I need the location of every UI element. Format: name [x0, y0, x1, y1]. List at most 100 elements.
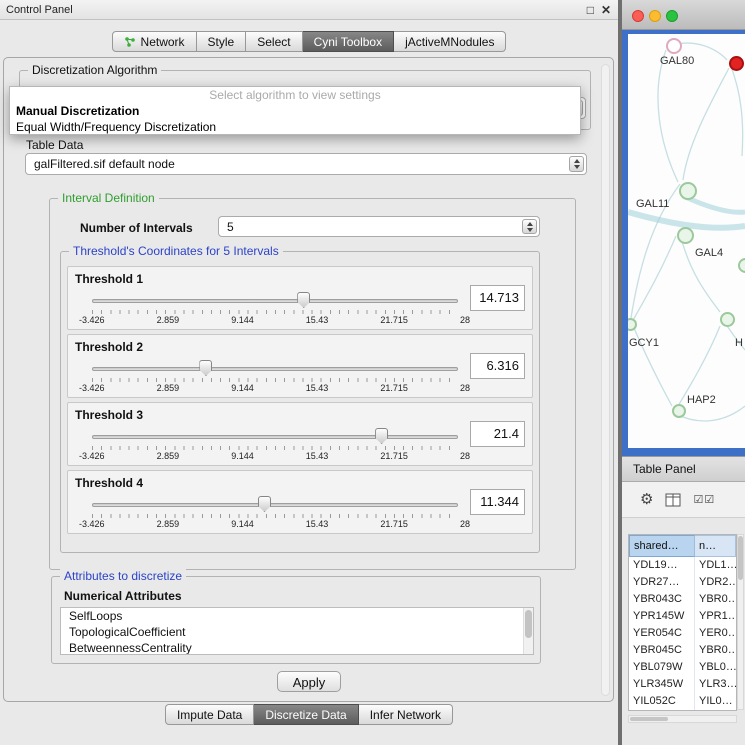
slider-thumb[interactable]: [258, 496, 271, 512]
scale-label: 9.144: [231, 315, 254, 325]
threshold-label: Threshold 3: [75, 408, 143, 422]
algorithm-dropdown-popup: Select algorithm to view settings Manual…: [9, 86, 581, 135]
network-node[interactable]: [672, 404, 686, 418]
panel-scrollbar[interactable]: [601, 64, 610, 696]
column-header[interactable]: n…: [695, 535, 736, 557]
tab-label: Infer Network: [370, 708, 441, 722]
scale-label: 2.859: [157, 383, 180, 393]
table-data-value: galFiltered.sif default node: [34, 154, 564, 174]
scale-label: 2.859: [157, 315, 180, 325]
tab-cyni-toolbox[interactable]: Cyni Toolbox: [303, 31, 394, 52]
table-row[interactable]: YBR045CYBR0…: [629, 642, 736, 659]
slider-track[interactable]: [92, 503, 458, 507]
network-node[interactable]: [666, 38, 682, 54]
table-row[interactable]: YPR145WYPR1…: [629, 608, 736, 625]
gear-icon[interactable]: ⚙: [640, 492, 653, 507]
scale-label: -3.426: [79, 315, 105, 325]
network-icon: [124, 36, 136, 48]
tab-style[interactable]: Style: [197, 31, 247, 52]
tab-select[interactable]: Select: [246, 31, 302, 52]
table-row[interactable]: YDL19…YDL1…: [629, 557, 736, 574]
table-data-select[interactable]: galFiltered.sif default node: [25, 153, 587, 175]
network-view-frame: GAL80 GAL11 GAL4 GCY1 HAP2 H: [622, 30, 745, 456]
network-node[interactable]: [677, 227, 694, 244]
tab-network[interactable]: Network: [112, 31, 197, 52]
table-row[interactable]: YIL052CYIL0…: [629, 693, 736, 710]
network-node-selected[interactable]: [729, 56, 744, 71]
scale-label: 15.43: [306, 383, 329, 393]
numerical-attributes-label: Numerical Attributes: [64, 589, 182, 603]
tab-label: Select: [257, 35, 290, 49]
scale-label: 2.859: [157, 519, 180, 529]
tab-impute-data[interactable]: Impute Data: [165, 704, 254, 725]
table-row[interactable]: YDR27…YDR2…: [629, 574, 736, 591]
table-vertical-scrollbar[interactable]: [737, 534, 744, 710]
list-item[interactable]: TopologicalCoefficient: [61, 624, 533, 640]
threshold-slider[interactable]: -3.426 2.859 9.144 15.43 21.715 28: [92, 357, 458, 395]
number-of-intervals-select[interactable]: 5: [218, 216, 540, 237]
close-traffic-light-icon[interactable]: [632, 10, 644, 22]
tab-discretize-data[interactable]: Discretize Data: [254, 704, 358, 725]
control-panel-titlebar: Control Panel □ ✕: [0, 0, 618, 20]
columns-icon[interactable]: [665, 493, 681, 507]
tab-label: Cyni Toolbox: [314, 35, 382, 49]
threshold-slider[interactable]: -3.426 2.859 9.144 15.43 21.715 28: [92, 493, 458, 531]
checkbox-icons[interactable]: ☑☑: [693, 493, 715, 506]
scale-label: -3.426: [79, 383, 105, 393]
network-canvas[interactable]: GAL80 GAL11 GAL4 GCY1 HAP2 H: [628, 34, 745, 448]
tab-label: Impute Data: [177, 708, 242, 722]
slider-track[interactable]: [92, 435, 458, 439]
network-node[interactable]: [720, 312, 735, 327]
threshold-label: Threshold 4: [75, 476, 143, 490]
threshold-slider[interactable]: -3.426 2.859 9.144 15.43 21.715 28: [92, 425, 458, 463]
threshold-panel: Threshold 3 -3.426 2.859 9.144 15.43 21.…: [67, 402, 533, 466]
node-label: HAP2: [687, 394, 716, 406]
dropdown-option-equal-width[interactable]: Equal Width/Frequency Discretization: [10, 119, 580, 135]
table-row[interactable]: YBR043CYBR0…: [629, 591, 736, 608]
threshold-value-field[interactable]: 6.316: [470, 353, 525, 379]
table-row[interactable]: YLR345WYLR3…: [629, 676, 736, 693]
slider-thumb[interactable]: [199, 360, 212, 376]
slider-thumb[interactable]: [375, 428, 388, 444]
threshold-panel: Threshold 2 -3.426 2.859 9.144 15.43 21.…: [67, 334, 533, 398]
close-icon[interactable]: ✕: [601, 2, 611, 18]
slider-ticks: [92, 446, 458, 450]
threshold-slider[interactable]: -3.426 2.859 9.144 15.43 21.715 28: [92, 289, 458, 327]
node-label: GAL11: [636, 198, 669, 210]
threshold-value-field[interactable]: 11.344: [470, 489, 525, 515]
threshold-value-field[interactable]: 21.4: [470, 421, 525, 447]
tab-infer-network[interactable]: Infer Network: [359, 704, 453, 725]
cyni-toolbox-panel: Discretization Algorithm Select algorith…: [3, 57, 614, 702]
number-of-intervals-value: 5: [227, 217, 517, 237]
network-node[interactable]: [679, 182, 697, 200]
list-item[interactable]: SelfLoops: [61, 608, 533, 624]
top-tab-bar: Network Style Select Cyni Toolbox jActiv…: [0, 31, 618, 52]
list-scrollbar[interactable]: [523, 608, 533, 654]
table-horizontal-scrollbar[interactable]: [628, 715, 737, 723]
threshold-value-field[interactable]: 14.713: [470, 285, 525, 311]
slider-scale: -3.426 2.859 9.144 15.43 21.715 28: [79, 383, 470, 393]
slider-track[interactable]: [92, 367, 458, 371]
table-row[interactable]: YER054CYER0…: [629, 625, 736, 642]
scale-label: 28: [460, 451, 470, 461]
slider-ticks: [92, 378, 458, 382]
tab-jactivemnodules[interactable]: jActiveMNodules: [394, 31, 506, 52]
table-panel-header: Table Panel: [622, 456, 745, 482]
slider-track[interactable]: [92, 299, 458, 303]
list-item[interactable]: BetweennessCentrality: [61, 640, 533, 655]
float-window-icon[interactable]: □: [587, 2, 594, 18]
threshold-panel: Threshold 1 -3.426 2.859 9.144 15.43 21.…: [67, 266, 533, 330]
table-row[interactable]: YBL079WYBL0…: [629, 659, 736, 676]
slider-thumb[interactable]: [297, 292, 310, 308]
table-panel-body: ⚙ ☑☑ shared… n… YDL19…YDL1… YDR27…YDR2… …: [622, 482, 745, 745]
zoom-traffic-light-icon[interactable]: [666, 10, 678, 22]
column-header[interactable]: shared…: [629, 535, 695, 557]
apply-button[interactable]: Apply: [277, 671, 341, 692]
attributes-group: Attributes to discretize Numerical Attri…: [51, 576, 541, 664]
control-panel-window: Control Panel □ ✕ Network Style: [0, 0, 618, 745]
threshold-panel: Threshold 4 -3.426 2.859 9.144 15.43 21.…: [67, 470, 533, 534]
minimize-traffic-light-icon[interactable]: [649, 10, 661, 22]
dropdown-option-manual[interactable]: Manual Discretization: [10, 103, 580, 119]
slider-scale: -3.426 2.859 9.144 15.43 21.715 28: [79, 519, 470, 529]
node-table: shared… n… YDL19…YDL1… YDR27…YDR2… YBR04…: [628, 534, 737, 711]
